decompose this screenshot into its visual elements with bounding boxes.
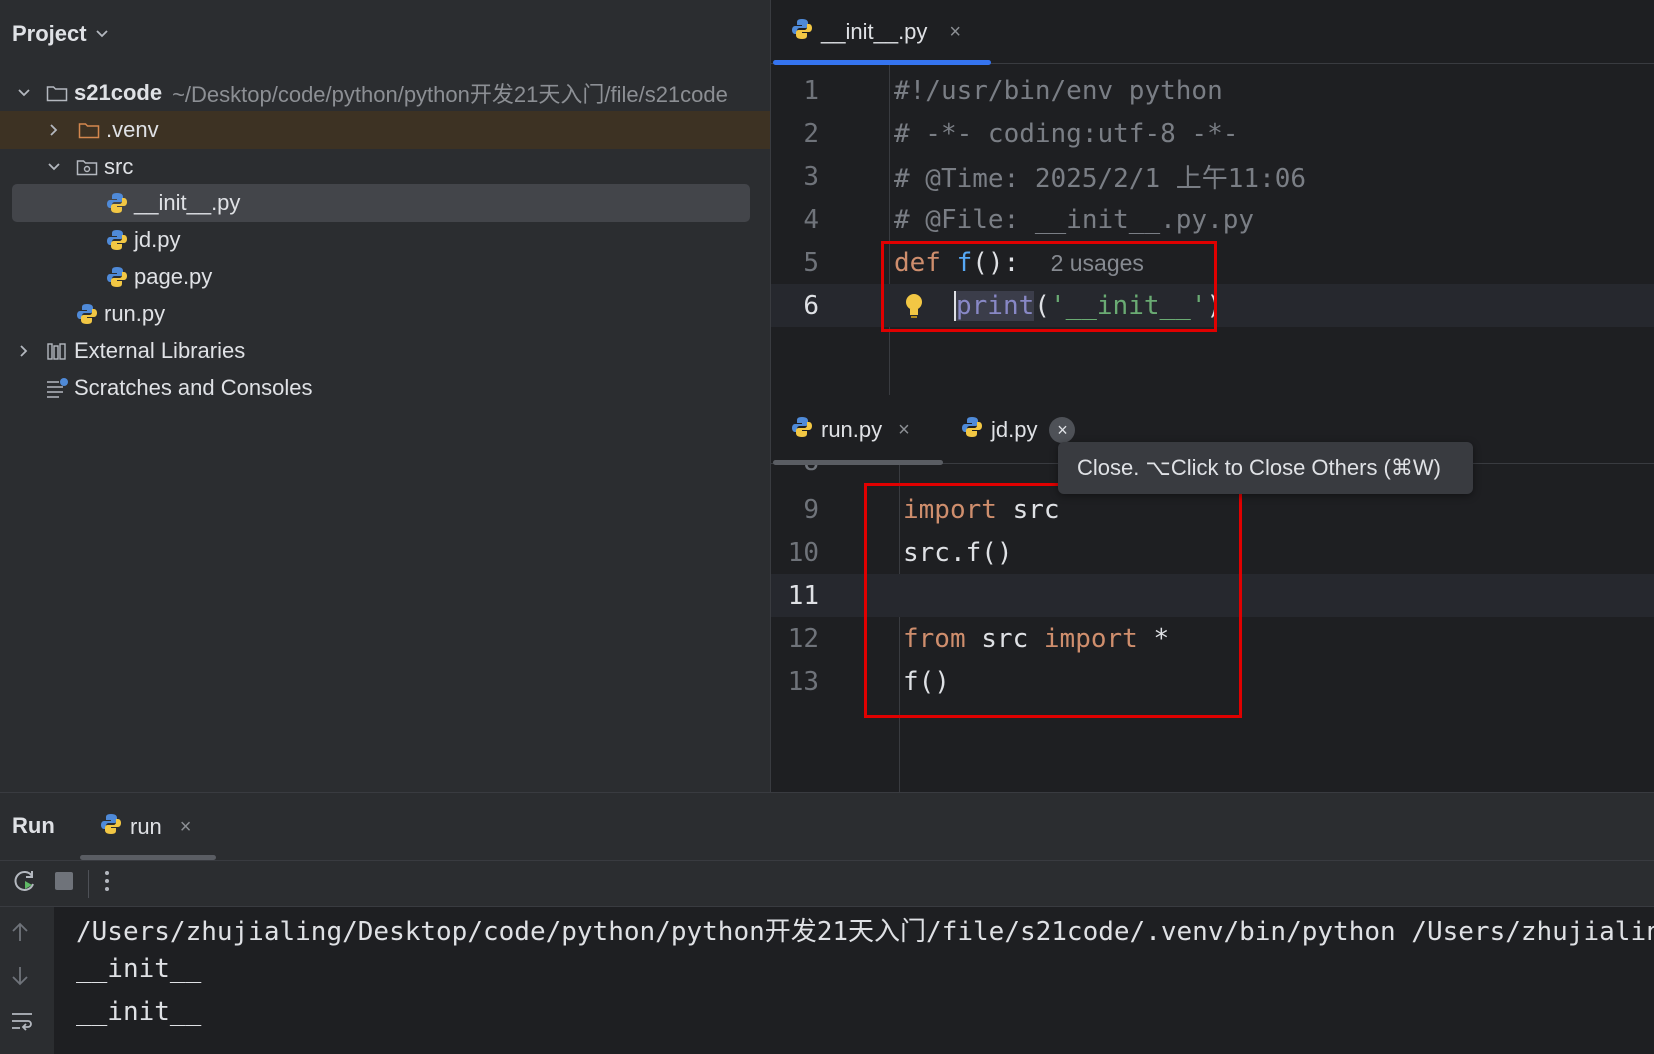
- tree-item-label: .venv: [106, 117, 159, 142]
- project-panel-header[interactable]: Project: [12, 18, 109, 50]
- editor-area: __init__.py × 1 #!/usr/bin/env python 2 …: [770, 0, 1654, 792]
- python-file-icon: [791, 18, 813, 46]
- tree-item-s21code[interactable]: s21code ~/Desktop/code/python/python开发21…: [0, 74, 770, 112]
- tab-label: run.py: [821, 417, 883, 442]
- tab-init-py[interactable]: __init__.py ×: [791, 0, 961, 64]
- project-panel: Project s21code ~/Desktop/code/python/py…: [0, 0, 770, 792]
- tree-item-label: run.py: [104, 301, 166, 326]
- rerun-icon[interactable]: [12, 868, 38, 899]
- console-line: __init__: [76, 954, 202, 984]
- close-icon[interactable]: ×: [180, 816, 192, 839]
- chevron-right-icon[interactable]: [14, 344, 34, 358]
- close-tooltip: Close. ⌥Click to Close Others (⌘W): [1058, 442, 1473, 494]
- console-line: /Users/zhujialing/Desktop/code/python/py…: [76, 917, 1654, 947]
- editor-tabbar-top: __init__.py ×: [771, 0, 1654, 65]
- tree-item-label: page.py: [134, 264, 213, 289]
- code-editor-init-py[interactable]: 1 #!/usr/bin/env python 2 # -*- coding:u…: [771, 65, 1654, 395]
- tab-label: __init__.py: [821, 19, 928, 44]
- code-line: 2 # -*- coding:utf-8 -*-: [803, 118, 1239, 149]
- highlight-box: [881, 241, 1217, 332]
- tree-item-run-py[interactable]: run.py: [0, 295, 770, 333]
- folder-icon: [44, 81, 70, 105]
- run-panel-header: Run run ×: [0, 793, 1654, 861]
- python-file-icon: [104, 228, 130, 252]
- scratches-icon: [44, 376, 70, 400]
- chevron-down-icon[interactable]: [14, 88, 34, 98]
- run-tab-label: run: [130, 814, 162, 839]
- tree-item-label: External Libraries: [74, 338, 246, 363]
- package-folder-icon: [74, 155, 100, 179]
- close-icon[interactable]: ×: [898, 419, 910, 442]
- library-icon: [44, 339, 70, 363]
- run-tab-indicator: [80, 855, 216, 860]
- tree-item-init-py[interactable]: __init__.py: [12, 184, 750, 222]
- run-panel-title: Run: [12, 813, 55, 838]
- arrow-down-icon[interactable]: [10, 965, 30, 993]
- tree-item-src[interactable]: src: [0, 148, 770, 186]
- console-gutter: [0, 907, 54, 1054]
- close-icon[interactable]: ×: [1049, 417, 1076, 443]
- chevron-down-icon[interactable]: [44, 162, 64, 172]
- arrow-up-icon[interactable]: [10, 921, 30, 949]
- python-file-icon: [74, 302, 100, 326]
- tree-item-external-libraries[interactable]: External Libraries: [0, 332, 770, 370]
- highlight-box: [864, 483, 1242, 718]
- tree-item-label: s21code: [74, 80, 163, 105]
- tab-run-py[interactable]: run.py ×: [791, 396, 910, 464]
- python-file-icon: [104, 265, 130, 289]
- python-run-icon: [100, 813, 122, 841]
- python-file-icon: [791, 416, 813, 444]
- console-line: __init__: [76, 997, 202, 1027]
- tree-item-venv[interactable]: .venv: [0, 111, 770, 149]
- tree-item-label: __init__.py: [134, 190, 241, 215]
- console-output[interactable]: /Users/zhujialing/Desktop/code/python/py…: [54, 907, 1654, 1054]
- project-path-hint: ~/Desktop/code/python/python开发21天入门/file…: [172, 82, 728, 107]
- folder-icon: [76, 118, 102, 142]
- python-file-icon: [104, 191, 130, 215]
- tree-item-scratches[interactable]: Scratches and Consoles: [0, 369, 770, 407]
- code-line: 3 # @Time: 2025/2/1 上午11:06: [803, 161, 1307, 195]
- run-tab[interactable]: run ×: [100, 809, 191, 845]
- tab-label: jd.py: [991, 417, 1038, 442]
- close-icon[interactable]: ×: [949, 21, 961, 44]
- code-line: 4 # @File: __init__.py.py: [803, 204, 1255, 235]
- tree-item-label: Scratches and Consoles: [74, 375, 313, 400]
- project-title: Project: [12, 21, 87, 46]
- chevron-right-icon[interactable]: [44, 123, 64, 137]
- toolbar-divider: [88, 869, 89, 898]
- tree-item-jd-py[interactable]: jd.py: [0, 221, 770, 259]
- soft-wrap-icon[interactable]: [10, 1011, 34, 1037]
- code-line: 1 #!/usr/bin/env python: [803, 75, 1223, 106]
- stop-icon[interactable]: [54, 871, 74, 896]
- more-options-icon[interactable]: [103, 870, 111, 897]
- tree-item-page-py[interactable]: page.py: [0, 258, 770, 296]
- run-toolbar: [0, 861, 1654, 907]
- code-editor-run-py[interactable]: 8 9 import src 10 src.f() 11 12 from src…: [771, 465, 1654, 792]
- tree-item-label: jd.py: [134, 227, 181, 252]
- tree-item-label: src: [104, 154, 134, 179]
- python-file-icon: [961, 416, 983, 444]
- chevron-down-icon: [95, 30, 108, 38]
- run-panel: Run run × /Users/zhujialing/Desktop/code…: [0, 792, 1654, 1054]
